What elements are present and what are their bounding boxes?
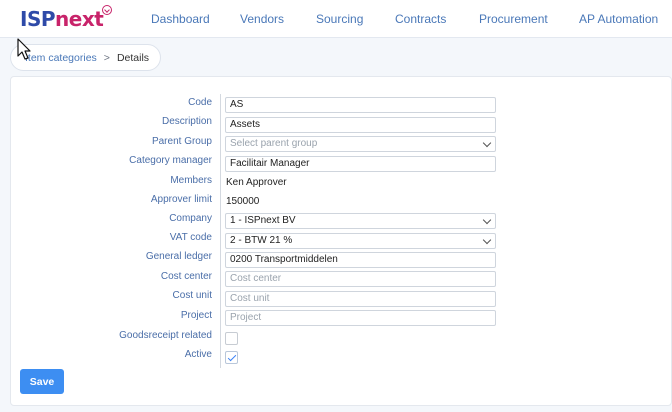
logo-next-text: next (55, 7, 104, 31)
save-button[interactable]: Save (20, 369, 64, 394)
approver-limit-value: 150000 (226, 196, 260, 207)
goodsreceipt-related-checkbox[interactable] (225, 332, 238, 345)
parent-group-placeholder: Select parent group (230, 138, 318, 149)
nav-vendors[interactable]: Vendors (240, 12, 284, 26)
nav-ap-automation[interactable]: AP Automation (579, 12, 658, 26)
logo-isp-text: ISP (20, 7, 56, 31)
members-label: Members (170, 175, 212, 186)
vat-code-label: VAT code (169, 232, 212, 243)
members-value: Ken Approver (226, 177, 287, 188)
cost-center-label: Cost center (160, 271, 212, 282)
vat-code-selected-value: 2 - BTW 21 % (230, 235, 293, 246)
company-selected-value: 1 - ISPnext BV (230, 215, 296, 226)
nav-procurement[interactable]: Procurement (479, 12, 548, 26)
description-input[interactable]: Assets (225, 117, 496, 133)
chevron-down-icon (482, 138, 492, 148)
mouse-pointer-icon (17, 38, 31, 60)
chevron-down-icon (482, 235, 492, 245)
nav-contracts[interactable]: Contracts (395, 12, 446, 26)
general-ledger-input[interactable]: 0200 Transportmiddelen (225, 252, 496, 268)
parent-group-select[interactable]: Select parent group (225, 136, 496, 152)
code-label: Code (188, 97, 212, 108)
chevron-down-icon (482, 215, 492, 225)
goodsreceipt-related-label: Goodsreceipt related (119, 330, 212, 341)
cost-center-input[interactable]: Cost center (225, 271, 496, 287)
top-navigation-bar: ISP next Dashboard Vendors Sourcing Contr… (0, 0, 672, 38)
code-input[interactable]: AS (225, 97, 496, 113)
company-label: Company (169, 213, 212, 224)
cost-unit-label: Cost unit (172, 290, 212, 301)
active-label: Active (184, 349, 212, 360)
breadcrumb-current: Details (116, 51, 150, 64)
description-label: Description (161, 116, 212, 127)
cost-unit-input[interactable]: Cost unit (225, 291, 496, 307)
parent-group-label: Parent Group (151, 136, 212, 147)
ispnext-logo[interactable]: ISP next (20, 5, 113, 32)
general-ledger-label: General ledger (145, 251, 212, 262)
heart-check-icon (102, 5, 113, 15)
active-checkbox[interactable] (225, 351, 238, 364)
project-input[interactable]: Project (225, 310, 496, 326)
category-manager-input[interactable]: Facilitair Manager (225, 156, 496, 172)
project-label: Project (180, 310, 212, 321)
nav-sourcing[interactable]: Sourcing (316, 12, 363, 26)
approver-limit-label: Approver limit (150, 194, 212, 205)
breadcrumb-separator: > (103, 51, 110, 64)
nav-dashboard[interactable]: Dashboard (151, 12, 210, 26)
vat-code-select[interactable]: 2 - BTW 21 % (225, 233, 496, 249)
breadcrumb-item-categories[interactable]: Item categories (25, 52, 97, 64)
company-select[interactable]: 1 - ISPnext BV (225, 213, 496, 229)
category-manager-label: Category manager (129, 155, 212, 166)
form-divider (220, 94, 221, 368)
